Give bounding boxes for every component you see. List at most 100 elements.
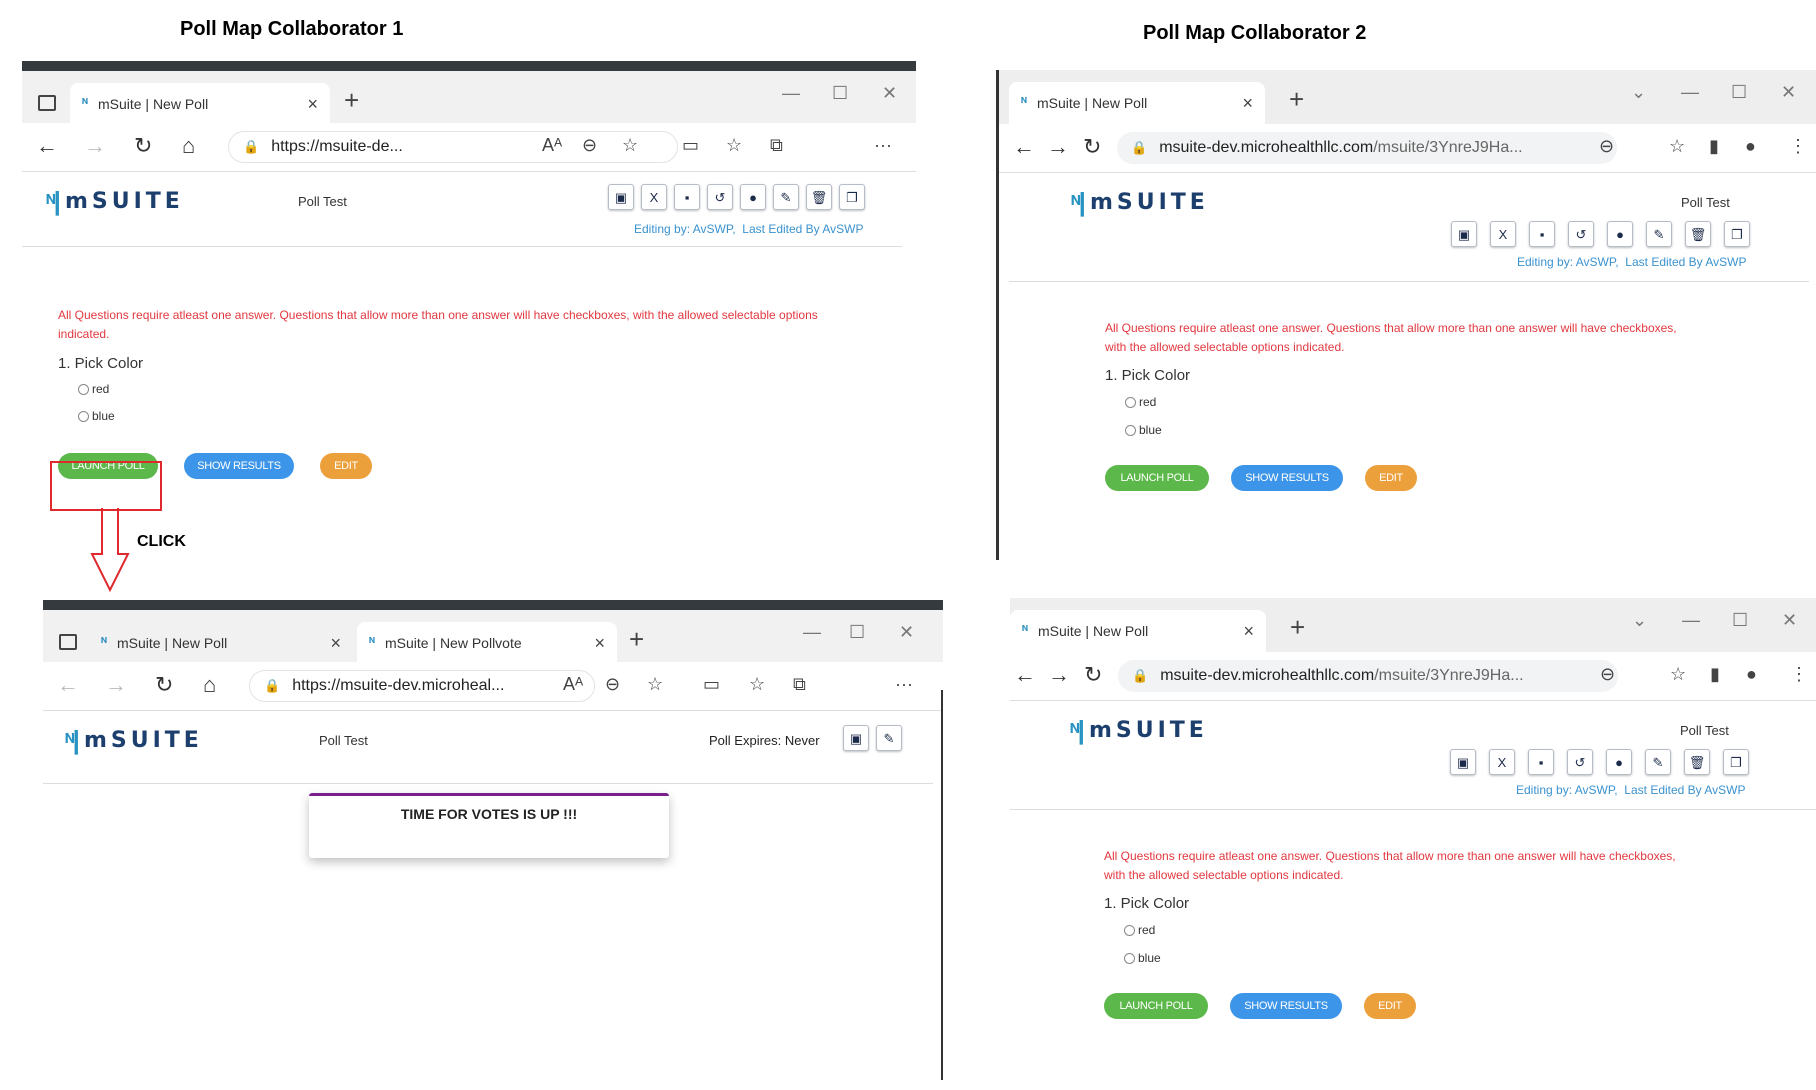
excel-icon[interactable]: X [1490,221,1516,247]
profile-icon[interactable]: ● [1746,664,1757,685]
edit-button[interactable]: EDIT [1365,465,1417,491]
favorites-icon[interactable]: ☆ [749,674,765,695]
new-tab-icon[interactable]: + [344,85,359,116]
chat-icon[interactable]: ● [1607,221,1633,247]
option-blue[interactable]: blue [78,409,115,423]
home-icon[interactable]: ⌂ [203,672,216,698]
show-results-button[interactable]: SHOW RESULTS [1231,465,1343,491]
favorite-add-icon[interactable]: ☆ [622,135,638,156]
radio-icon[interactable] [78,410,89,422]
new-tab-icon[interactable]: + [1289,84,1304,115]
profile-icon[interactable]: ● [1745,136,1756,157]
radio-icon[interactable] [78,383,89,395]
chat-icon[interactable]: ● [1606,749,1632,775]
tab-actions-icon[interactable] [59,634,77,650]
side-panel-icon[interactable]: ▮ [1709,136,1719,157]
more-icon[interactable]: ··· [874,135,892,156]
minimize-icon[interactable]: — [803,622,821,643]
forward-icon[interactable]: → [1048,662,1070,688]
maximize-icon[interactable]: ☐ [1731,82,1747,103]
new-tab-icon[interactable]: + [629,624,644,655]
zoom-icon[interactable]: ⊖ [1600,664,1615,685]
launch-poll-button[interactable]: LAUNCH POLL [1105,465,1209,491]
close-tab-icon[interactable]: × [1243,621,1254,642]
save-icon[interactable]: ▪ [1528,749,1554,775]
side-panel-icon[interactable]: ▮ [1710,664,1720,685]
collections-icon[interactable]: ⧉ [770,135,783,156]
show-results-button[interactable]: SHOW RESULTS [184,453,294,479]
reload-icon[interactable]: ↻ [1083,134,1101,160]
refresh-icon[interactable]: ↺ [707,184,733,210]
close-window-icon[interactable]: ✕ [1782,610,1797,631]
url-field[interactable]: 🔒 msuite-dev.microhealthllc.com/msuite/3… [1117,132,1617,164]
excel-icon[interactable]: X [1489,749,1515,775]
copy-icon[interactable]: ❐ [1724,221,1750,247]
collections-icon[interactable]: ⧉ [793,674,806,695]
reload-icon[interactable]: ↻ [155,672,173,698]
launch-poll-button[interactable]: LAUNCH POLL [1104,993,1208,1019]
edit-button[interactable]: EDIT [320,453,372,479]
zoom-icon[interactable]: ⊖ [605,674,620,695]
refresh-icon[interactable]: ↺ [1567,749,1593,775]
read-aloud-icon[interactable]: Aᴬ [563,674,583,695]
show-results-button[interactable]: SHOW RESULTS [1230,993,1342,1019]
url-field[interactable]: 🔒 msuite-dev.microhealthllc.com/msuite/3… [1118,660,1618,692]
option-red[interactable]: red [1125,395,1156,409]
image-icon[interactable]: ▣ [1450,749,1476,775]
cast-icon[interactable]: ▭ [703,674,720,695]
home-icon[interactable]: ⌂ [182,133,195,159]
radio-icon[interactable] [1125,424,1136,436]
tab-new-poll[interactable]: ᶰ mSuite | New Poll × [70,83,330,125]
reload-icon[interactable]: ↻ [134,133,152,159]
tab-new-pollvote[interactable]: ᶰ mSuite | New Pollvote × [357,622,617,664]
image-icon[interactable]: ▣ [1451,221,1477,247]
back-icon[interactable]: ← [1014,662,1036,688]
user-edit-icon[interactable]: ✎ [773,184,799,210]
option-red[interactable]: red [1124,923,1155,937]
minimize-icon[interactable]: — [1681,82,1699,103]
back-icon[interactable]: ← [36,133,58,159]
option-red[interactable]: red [78,382,109,396]
refresh-icon[interactable]: ↺ [1568,221,1594,247]
more-icon[interactable]: ··· [895,674,913,695]
maximize-icon[interactable]: ☐ [849,622,865,643]
close-window-icon[interactable]: ✕ [899,622,914,643]
trash-icon[interactable]: 🗑 [806,184,832,210]
reload-icon[interactable]: ↻ [1084,662,1102,688]
menu-icon[interactable]: ⋮ [1789,136,1807,157]
read-aloud-icon[interactable]: Aᴬ [542,135,562,156]
favorites-icon[interactable]: ☆ [726,135,742,156]
cast-icon[interactable]: ▭ [682,135,699,156]
trash-icon[interactable]: 🗑 [1684,749,1710,775]
save-icon[interactable]: ▪ [674,184,700,210]
close-tab-icon[interactable]: × [330,633,341,654]
trash-icon[interactable]: 🗑 [1685,221,1711,247]
user-edit-icon[interactable]: ✎ [876,725,902,751]
image-icon[interactable]: ▣ [843,725,869,751]
favorite-add-icon[interactable]: ☆ [647,674,663,695]
forward-icon[interactable]: → [105,672,127,698]
forward-icon[interactable]: → [1047,134,1069,160]
tab-search-icon[interactable]: ⌄ [1631,82,1646,103]
back-icon[interactable]: ← [1013,134,1035,160]
option-blue[interactable]: blue [1125,423,1162,437]
minimize-icon[interactable]: — [782,83,800,104]
copy-icon[interactable]: ❐ [1723,749,1749,775]
new-tab-icon[interactable]: + [1290,612,1305,643]
user-edit-icon[interactable]: ✎ [1646,221,1672,247]
url-field[interactable]: 🔒 https://msuite-dev.microheal... [249,670,595,702]
user-edit-icon[interactable]: ✎ [1645,749,1671,775]
maximize-icon[interactable]: ☐ [832,83,848,104]
tab-new-poll[interactable]: ᶰ mSuite | New Poll × [1010,610,1266,652]
close-window-icon[interactable]: ✕ [1781,82,1796,103]
tab-new-poll[interactable]: ᶰ mSuite | New Poll × [1009,82,1265,124]
save-icon[interactable]: ▪ [1529,221,1555,247]
url-field[interactable]: 🔒 https://msuite-de... [228,131,678,163]
tab-actions-icon[interactable] [38,95,56,111]
zoom-icon[interactable]: ⊖ [1599,136,1614,157]
radio-icon[interactable] [1124,924,1135,936]
image-icon[interactable]: ▣ [608,184,634,210]
close-tab-icon[interactable]: × [594,633,605,654]
radio-icon[interactable] [1124,952,1135,964]
tab-search-icon[interactable]: ⌄ [1632,610,1647,631]
